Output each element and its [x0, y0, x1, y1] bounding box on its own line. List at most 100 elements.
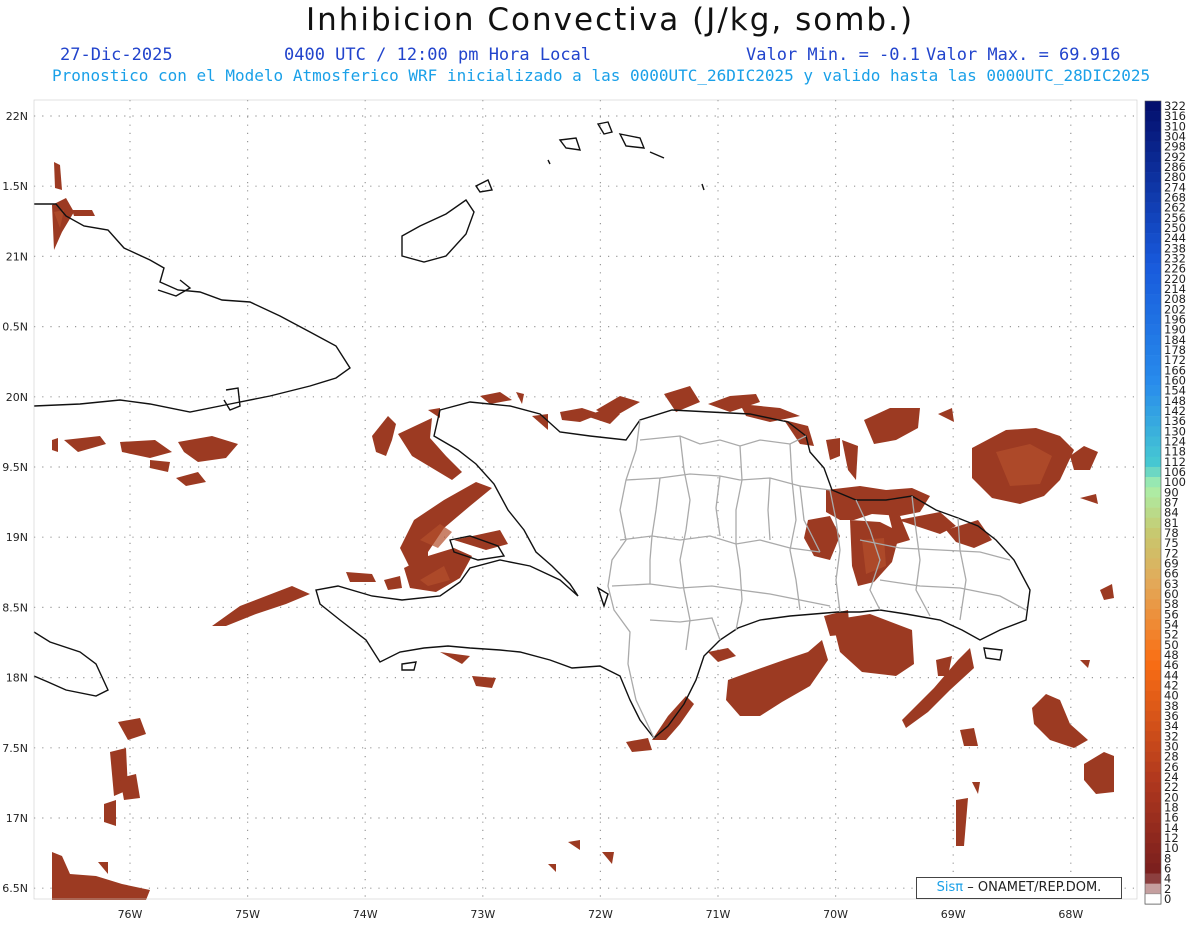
colorbar-swatch	[1145, 172, 1161, 183]
colorbar-swatch	[1145, 639, 1161, 651]
colorbar-swatch	[1145, 365, 1161, 376]
sispi-logo-text: Sisπ	[936, 880, 964, 895]
colorbar-swatch	[1145, 599, 1161, 610]
colorbar-swatch	[1145, 609, 1161, 620]
colorbar-swatch	[1145, 731, 1161, 742]
colorbar-swatch	[1145, 477, 1161, 488]
colorbar-swatch	[1145, 243, 1161, 254]
colorbar-swatch	[1145, 497, 1161, 508]
colorbar-swatch	[1145, 548, 1161, 559]
forecast-validity: Pronostico con el Modelo Atmosferico WRF…	[52, 66, 1151, 85]
colorbar-swatch	[1145, 812, 1161, 823]
colorbar-swatch	[1145, 883, 1161, 895]
colorbar-swatch	[1145, 517, 1161, 529]
colorbar-swatch	[1145, 822, 1161, 834]
colorbar-swatch	[1145, 802, 1161, 813]
colorbar-swatch	[1145, 771, 1161, 783]
lat-label: 18N	[6, 672, 28, 685]
colorbar-swatch	[1145, 294, 1161, 305]
colorbar-swatch	[1145, 446, 1161, 458]
colorbar-swatch	[1145, 344, 1161, 356]
lat-label: 19N	[6, 531, 28, 544]
colorbar-swatch	[1145, 832, 1161, 844]
colorbar-swatch	[1145, 690, 1161, 702]
colorbar-swatch	[1145, 222, 1161, 234]
colorbar-swatch	[1145, 527, 1161, 539]
colorbar-swatch	[1145, 192, 1161, 203]
colorbar-swatch	[1145, 314, 1161, 325]
colorbar-swatch	[1145, 710, 1161, 722]
colorbar-swatch	[1145, 578, 1161, 590]
colorbar-swatch	[1145, 792, 1161, 803]
colorbar-swatch	[1145, 538, 1161, 549]
lon-label: 74W	[353, 908, 378, 921]
colorbar-swatch	[1145, 111, 1161, 122]
colorbar-swatch	[1145, 416, 1161, 427]
map-title: Inhibicion Convectiva (J/kg, somb.)	[305, 2, 915, 38]
colorbar-swatch	[1145, 751, 1161, 762]
lat-label: 0.5N	[2, 321, 28, 334]
value-min: Valor Min. = -0.1	[746, 45, 920, 65]
map-frame	[34, 100, 1137, 899]
colorbar-swatch	[1145, 161, 1161, 173]
colorbar-swatch	[1145, 131, 1161, 142]
lon-label: 73W	[470, 908, 495, 921]
colorbar-swatch	[1145, 121, 1161, 132]
colorbar-swatch	[1145, 588, 1161, 600]
colorbar-swatch	[1145, 263, 1161, 275]
colorbar-swatch	[1145, 273, 1161, 285]
colorbar-swatch	[1145, 375, 1161, 386]
lon-label: 70W	[823, 908, 848, 921]
lon-label: 72W	[588, 908, 613, 921]
colorbar-swatch	[1144, 893, 1162, 905]
colorbar-swatch	[1145, 324, 1161, 336]
colorbar-swatch	[1145, 202, 1161, 214]
colorbar-swatch	[1145, 233, 1161, 244]
colorbar-swatch	[1145, 680, 1161, 691]
colorbar-swatch	[1145, 843, 1161, 854]
colorbar-swatch	[1145, 741, 1161, 752]
colorbar-swatch	[1145, 507, 1161, 519]
lat-label: 20N	[6, 391, 28, 404]
lat-label: 7.5N	[2, 742, 28, 755]
colorbar-swatch	[1145, 487, 1161, 498]
colorbar-swatch	[1145, 141, 1161, 153]
colorbar-swatch	[1145, 670, 1161, 681]
colorbar-swatch	[1145, 426, 1161, 437]
lat-label: 22N	[6, 110, 28, 123]
forecast-time: 0400 UTC / 12:00 pm Hora Local	[284, 45, 592, 65]
colorbar-swatch	[1145, 101, 1161, 112]
colorbar-swatch	[1145, 385, 1161, 397]
lon-label: 71W	[706, 908, 731, 921]
colorbar-swatch	[1145, 253, 1161, 264]
lon-label: 68W	[1058, 908, 1083, 921]
colorbar-swatch	[1145, 782, 1161, 793]
credit-text: – ONAMET/REP.DOM.	[967, 880, 1102, 895]
lat-label: 8.5N	[2, 601, 28, 614]
colorbar-swatch	[1145, 649, 1161, 661]
colorbar-swatch	[1145, 853, 1161, 864]
lon-label: 75W	[235, 908, 260, 921]
lat-label: 17N	[6, 812, 28, 825]
colorbar-swatch	[1145, 558, 1161, 569]
colorbar-swatch	[1145, 304, 1161, 315]
forecast-date: 27-Dic-2025	[60, 45, 173, 65]
colorbar-swatch	[1145, 395, 1161, 407]
lat-label: 1.5N	[2, 180, 28, 193]
colorbar-swatch	[1145, 873, 1161, 884]
colorbar-swatch	[1145, 212, 1161, 224]
colorbar-swatch	[1145, 456, 1161, 468]
colorbar-swatch	[1145, 568, 1161, 580]
colorbar-swatch	[1145, 151, 1161, 163]
colorbar-swatch	[1145, 436, 1161, 447]
colorbar-swatch	[1145, 761, 1161, 773]
colorbar-swatch	[1145, 700, 1161, 712]
lat-label: 6.5N	[2, 882, 28, 895]
lon-label: 69W	[941, 908, 966, 921]
colorbar-swatch	[1145, 863, 1161, 874]
lon-label: 76W	[118, 908, 143, 921]
forecast-map: 22N 1.5N 21N 0.5N 20N 9.5N 19N 8.5N 18N 7.5N 17N 6.…	[2, 99, 1186, 921]
value-max: Valor Max. = 69.916	[926, 45, 1121, 65]
lat-label: 21N	[6, 250, 28, 263]
colorbar-swatch	[1145, 619, 1161, 630]
